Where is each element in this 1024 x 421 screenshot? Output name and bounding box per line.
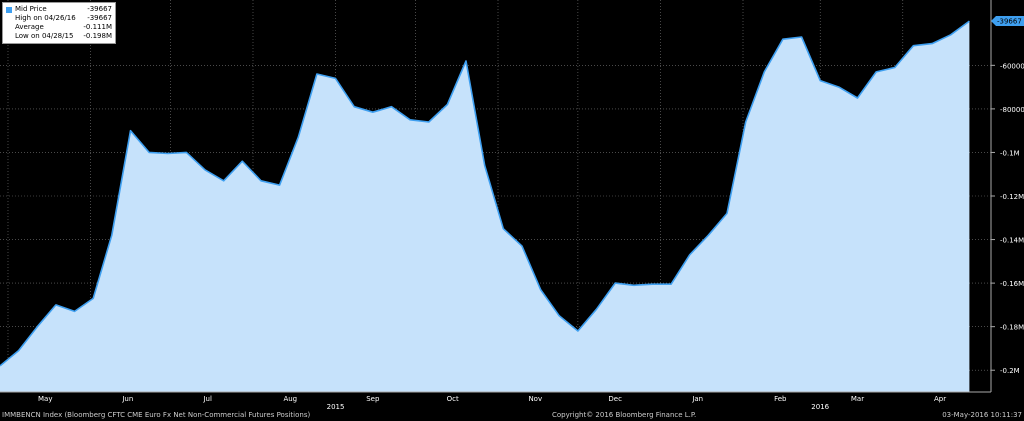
y-tick-label: -0.1M xyxy=(1000,149,1020,157)
legend-low-row: Low on 04/28/15 -0.198M xyxy=(6,32,112,41)
legend-series-label: Mid Price xyxy=(15,5,47,13)
y-tick-label: -0.18M xyxy=(1000,324,1024,332)
x-tick-label: Sep xyxy=(366,395,380,403)
x-tick-label: May xyxy=(38,395,52,403)
legend-average-row: Average -0.111M xyxy=(6,23,112,32)
x-tick-label: Dec xyxy=(608,395,622,403)
legend-series-row: Mid Price -39667 xyxy=(6,5,112,14)
legend-average-label: Average xyxy=(15,23,44,31)
price-chart: -60000 -80000 -0.1M -0.12M -0.14M -0.16M -0.18… xyxy=(0,0,1024,411)
x-axis: May Jun Jul Aug Sep Oct Nov Dec Jan Feb Mar Apr2015… xyxy=(0,391,991,411)
legend-low-value: -0.198M xyxy=(83,32,112,40)
legend-series-value: -39667 xyxy=(87,5,112,13)
y-tick-label: -0.16M xyxy=(1000,280,1024,288)
y-axis: -60000 -80000 -0.1M -0.12M -0.14M -0.16M -0.18… xyxy=(991,62,1024,375)
last-value-label: -39667 xyxy=(997,18,1022,26)
x-tick-label: Jun xyxy=(121,395,133,403)
y-tick-label: -0.12M xyxy=(1000,193,1024,201)
last-value-marker: -39667 xyxy=(991,16,1024,27)
footer-copyright: Copyright© 2016 Bloomberg Finance L.P. xyxy=(552,411,697,419)
y-tick-label: -0.14M xyxy=(1000,237,1024,245)
y-tick-label: -80000 xyxy=(1000,106,1024,114)
legend-high-value: -39667 xyxy=(87,14,112,22)
x-tick-label: Feb xyxy=(774,395,787,403)
footer-timestamp: 03-May-2016 10:11:37 xyxy=(942,411,1022,419)
legend: Mid Price -39667 High on 04/26/16 -39667… xyxy=(2,2,116,44)
legend-high-row: High on 04/26/16 -39667 xyxy=(6,14,112,23)
legend-high-label: High on 04/26/16 xyxy=(15,14,76,22)
legend-swatch xyxy=(6,6,12,13)
y-tick-label: -0.2M xyxy=(1000,367,1020,375)
footer: IMMBENCN Index (Bloomberg CFTC CME Euro … xyxy=(0,410,1024,421)
x-tick-label: Mar xyxy=(851,395,864,403)
x-tick-label: Jan xyxy=(691,395,703,403)
x-tick-label: Jul xyxy=(202,395,212,403)
footer-ticker: IMMBENCN Index (Bloomberg CFTC CME Euro … xyxy=(2,411,311,419)
x-tick-label: Apr xyxy=(934,395,946,403)
x-tick-label: Oct xyxy=(447,395,459,403)
x-tick-label: Aug xyxy=(283,395,297,403)
x-tick-label: Nov xyxy=(528,395,542,403)
legend-average-value: -0.111M xyxy=(83,23,112,31)
y-tick-label: -60000 xyxy=(1000,62,1024,70)
legend-low-label: Low on 04/28/15 xyxy=(15,32,74,40)
